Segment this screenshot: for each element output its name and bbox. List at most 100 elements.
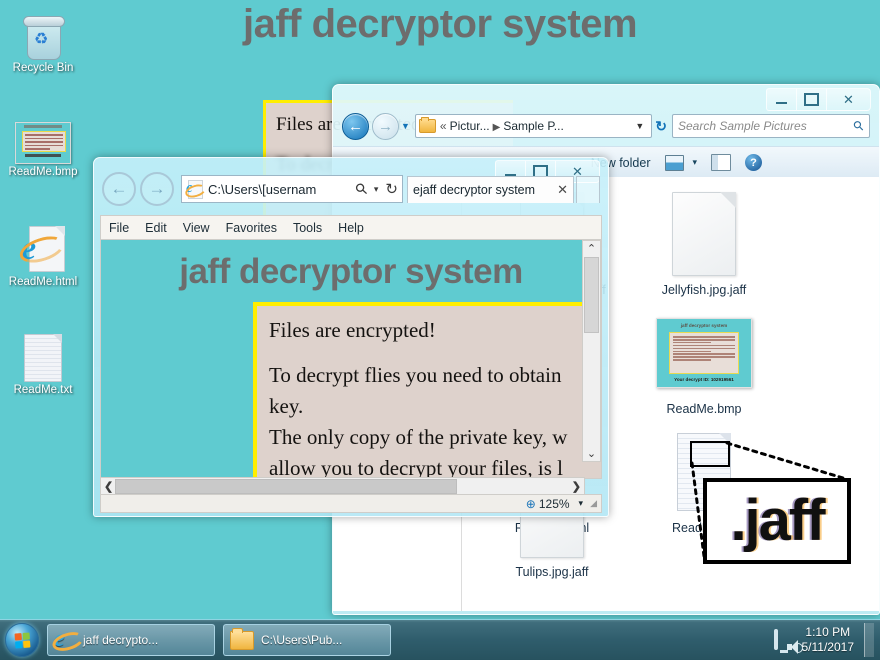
menu-item-view[interactable]: View: [175, 221, 218, 235]
address-bar[interactable]: «Pictur... ▶ Sample P... ▼: [414, 114, 653, 138]
show-desktop-button[interactable]: [864, 623, 874, 657]
back-button[interactable]: ←: [102, 172, 136, 206]
desktop-icon-label: Recycle Bin: [12, 62, 74, 74]
close-tab-icon[interactable]: ✕: [557, 182, 568, 198]
back-button[interactable]: ←: [342, 112, 369, 140]
ie-status-bar: ⊕ 125% ▾ ◢: [100, 494, 602, 513]
menu-item-edit[interactable]: Edit: [137, 221, 175, 235]
scroll-thumb[interactable]: [584, 257, 599, 333]
address-dropdown-icon[interactable]: ▾: [374, 184, 379, 195]
ie-page-content: jaff decryptor system Files are encrypte…: [100, 239, 602, 479]
network-icon[interactable]: [773, 629, 778, 650]
history-dropdown-icon[interactable]: ▼: [401, 121, 410, 131]
internet-explorer-document-icon: e: [0, 218, 86, 274]
scroll-thumb[interactable]: [115, 479, 457, 494]
zoom-level[interactable]: 125%: [539, 497, 570, 511]
address-value: C:\Users\[usernam: [208, 181, 317, 197]
taskbar[interactable]: e jaff decrypto... C:\Users\Pub... 1:10 …: [0, 619, 880, 660]
system-tray[interactable]: 1:10 PM 5/11/2017: [773, 623, 880, 657]
desktop-icon-readme-txt[interactable]: ReadMe.txt: [0, 326, 86, 397]
desktop-icon-recycle-bin[interactable]: ♻ Recycle Bin: [0, 4, 86, 75]
address-dropdown-icon[interactable]: ▼: [631, 121, 648, 131]
help-icon[interactable]: ?: [745, 154, 763, 171]
jaff-extension-highlight: [690, 441, 730, 467]
folder-icon: [418, 117, 436, 133]
search-plus-icon: ⊕: [525, 496, 536, 511]
magnified-extension-callout: .jaff: [703, 478, 851, 564]
ransom-note: Files are encrypted! To decrypt flies yo…: [253, 302, 601, 479]
tab-title: jaff decryptor system: [419, 182, 536, 197]
note-line-2: To decrypt flies you need to obtain: [269, 363, 562, 388]
text-document-icon: [0, 326, 86, 382]
bmp-thumb-footer: Your decrypt ID: 102919561: [674, 376, 734, 382]
file-name: Tulips.jpg.jaff: [515, 565, 589, 579]
menu-item-file[interactable]: File: [101, 221, 137, 235]
taskbar-button-explorer[interactable]: C:\Users\Pub...: [223, 624, 391, 656]
menu-item-tools[interactable]: Tools: [285, 221, 330, 235]
note-line-1: Files are encrypted!: [269, 318, 436, 342]
taskbar-button-label: C:\Users\Pub...: [261, 633, 343, 647]
bitmap-thumbnail-icon: jaff decryptor system Your decrypt ID: 1…: [628, 304, 780, 402]
search-icon[interactable]: ⚲: [351, 179, 372, 200]
breadcrumb[interactable]: «Pictur... ▶ Sample P...: [440, 119, 564, 133]
ie-menu-bar[interactable]: File Edit View Favorites Tools Help: [100, 215, 602, 240]
clock[interactable]: 1:10 PM 5/11/2017: [796, 625, 861, 655]
desktop-icon-readme-html[interactable]: e ReadMe.html: [0, 218, 86, 289]
note-line-5: allow you to decrypt your files, is l: [269, 456, 563, 479]
file-item[interactable]: jaff decryptor system Your decrypt ID: 1…: [628, 304, 780, 417]
clock-date: 5/11/2017: [801, 640, 855, 654]
refresh-icon[interactable]: ↻: [655, 118, 667, 135]
menu-item-favorites[interactable]: Favorites: [218, 221, 285, 235]
desktop-icon-readme-bmp[interactable]: ReadMe.bmp: [0, 108, 86, 179]
clock-time: 1:10 PM: [805, 625, 851, 639]
note-line-3: key.: [269, 394, 304, 419]
file-name: Jellyfish.jpg.jaff: [661, 283, 747, 297]
file-item[interactable]: Jellyfish.jpg.jaff: [628, 185, 780, 298]
breadcrumb-part-2[interactable]: Sample P...: [503, 119, 563, 133]
blank-page-icon: [628, 185, 780, 283]
new-tab-button[interactable]: [576, 175, 600, 203]
taskbar-button-internet-explorer[interactable]: e jaff decrypto...: [47, 624, 215, 656]
search-placeholder: Search Sample Pictures: [678, 119, 807, 133]
internet-explorer-window[interactable]: ✕ ← → e C:\Users\[usernam ⚲ ▾ ↻ e jaff d…: [93, 157, 609, 517]
close-button[interactable]: ✕: [826, 88, 871, 111]
explorer-titlebar: ✕ ← → ▼ «Pictur... ▶ Sample P... ▼ ↻ Searc…: [332, 84, 880, 146]
internet-explorer-icon: e: [413, 182, 420, 197]
refresh-icon[interactable]: ↻: [385, 180, 398, 198]
scroll-down-icon[interactable]: ⌄: [587, 446, 596, 461]
taskbar-button-label: jaff decrypto...: [83, 633, 159, 647]
minimize-button[interactable]: [766, 88, 796, 111]
windows-logo-icon: [13, 631, 31, 649]
forward-button[interactable]: →: [372, 112, 399, 140]
forward-button[interactable]: →: [140, 172, 174, 206]
preview-pane-icon[interactable]: [711, 154, 732, 171]
folder-icon: [230, 627, 254, 650]
page-heading: jaff decryptor system: [179, 252, 523, 291]
browser-tab[interactable]: e jaff decryptor system ✕: [407, 175, 574, 203]
wallpaper-title: jaff decryptor system: [242, 2, 638, 46]
breadcrumb-part-1[interactable]: Pictur...: [450, 119, 490, 133]
zoom-dropdown-icon[interactable]: ▾: [579, 498, 584, 509]
breadcrumb-overflow-icon[interactable]: «: [440, 119, 447, 133]
search-box[interactable]: Search Sample Pictures ⚲: [672, 114, 870, 138]
resize-grip-icon[interactable]: ◢: [590, 498, 597, 509]
explorer-window-controls[interactable]: ✕: [766, 88, 871, 111]
breadcrumb-separator-icon: ▶: [492, 122, 501, 133]
desktop: jaff decryptor system Files are encrypte…: [0, 0, 880, 660]
scroll-left-icon[interactable]: ❮: [101, 480, 116, 493]
scroll-right-icon[interactable]: ❯: [569, 480, 584, 493]
change-view-icon[interactable]: [665, 154, 685, 171]
address-bar[interactable]: e C:\Users\[usernam ⚲ ▾ ↻: [181, 175, 403, 203]
scroll-up-icon[interactable]: ⌃: [587, 241, 596, 256]
explorer-navigation-bar: ← → ▼ «Pictur... ▶ Sample P... ▼ ↻ Search …: [342, 112, 870, 140]
maximize-button[interactable]: [796, 88, 826, 111]
bitmap-thumbnail-icon: [0, 108, 86, 164]
magnified-extension-text: .jaff: [730, 488, 825, 553]
search-icon: ⚲: [850, 116, 868, 135]
start-button[interactable]: [5, 623, 39, 657]
menu-item-help[interactable]: Help: [330, 221, 372, 235]
recycle-bin-icon: ♻: [0, 4, 86, 60]
vertical-scrollbar[interactable]: ⌃ ⌄: [582, 240, 601, 462]
ie-navigation-row: ← → e C:\Users\[usernam ⚲ ▾ ↻ e jaff dec…: [102, 172, 600, 206]
view-dropdown-icon[interactable]: ▾: [692, 157, 697, 168]
